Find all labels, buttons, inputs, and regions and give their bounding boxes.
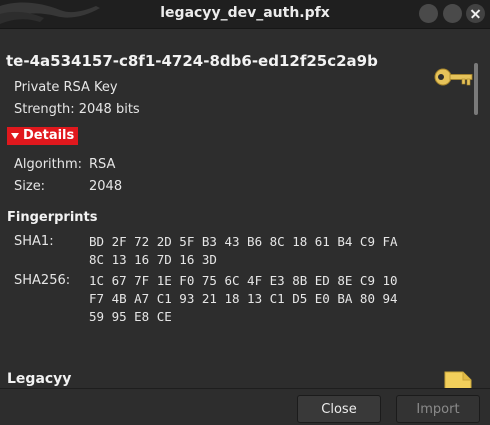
scrollbar[interactable] — [474, 63, 478, 115]
key-type-label: Private RSA Key — [14, 80, 118, 95]
close-window-button[interactable] — [466, 4, 485, 23]
close-button[interactable]: Close — [297, 395, 381, 423]
key-identifier: te-4a534157-c8f1-4724-8db6-ed12f25c2a9b — [6, 52, 378, 70]
size-label: Size: — [14, 179, 46, 194]
sha1-value-line-1: BD 2F 72 2D 5F B3 43 B6 8C 18 61 B4 C9 F… — [89, 234, 398, 249]
title-bar[interactable]: legacyy_dev_auth.pfx — [0, 0, 490, 29]
details-expander-label: Details — [23, 128, 75, 143]
sha256-value-line-1: 1C 67 7F 1E F0 75 6C 4F E3 8B ED 8E C9 1… — [89, 273, 398, 288]
algorithm-label: Algorithm: — [14, 157, 83, 172]
details-expander[interactable]: Details — [7, 127, 79, 145]
sha256-label: SHA256: — [14, 273, 71, 288]
size-value: 2048 — [89, 179, 123, 194]
sha256-value-line-3: 59 95 E8 CE — [89, 309, 172, 324]
fingerprints-heading: Fingerprints — [7, 210, 98, 225]
certificate-details-panel[interactable]: te-4a534157-c8f1-4724-8db6-ed12f25c2a9b … — [0, 29, 480, 388]
certificate-subject-heading: Legacyy — [7, 371, 72, 387]
minimize-button[interactable] — [419, 4, 438, 23]
import-button[interactable]: Import — [396, 395, 480, 423]
certificate-document-icon — [444, 371, 472, 388]
sha1-label: SHA1: — [14, 234, 54, 249]
key-icon — [434, 68, 473, 86]
algorithm-value: RSA — [89, 157, 116, 172]
sha256-value-line-2: F7 4B A7 C1 93 21 18 13 C1 D5 E0 BA 80 9… — [89, 291, 398, 306]
chevron-down-icon — [11, 133, 19, 139]
sha1-value-line-2: 8C 13 16 7D 16 3D — [89, 252, 217, 267]
dialog-footer: Close Import — [0, 388, 490, 425]
certificate-viewer-window: legacyy_dev_auth.pfx te-4a534157-c8f1-47… — [0, 0, 490, 425]
maximize-button[interactable] — [443, 4, 462, 23]
window-title: legacyy_dev_auth.pfx — [160, 5, 330, 21]
key-strength-label: Strength: 2048 bits — [14, 102, 140, 117]
